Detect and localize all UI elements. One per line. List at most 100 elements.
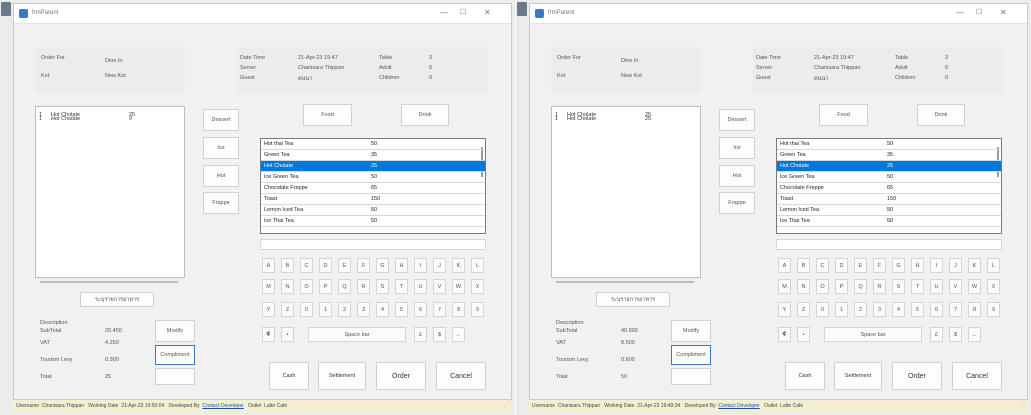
- compliment-button[interactable]: Compliment: [671, 345, 711, 365]
- order-button[interactable]: Order: [376, 362, 426, 390]
- key-9[interactable]: 9: [471, 302, 484, 317]
- menu-item[interactable]: Lemon Iced Tea 50: [261, 205, 485, 216]
- category-dessert[interactable]: Dessert: [719, 109, 755, 131]
- cash-button[interactable]: Cash: [785, 362, 825, 390]
- key-h[interactable]: H: [911, 258, 924, 273]
- order-items-list[interactable]: 1 Hot Cholate 25 1 Hot Cholate 0: [35, 106, 185, 278]
- key-h[interactable]: H: [395, 258, 408, 273]
- key-6[interactable]: 6: [930, 302, 943, 317]
- order-row[interactable]: 1 Hot Cholate 25: [552, 115, 700, 123]
- key-backspace[interactable]: ←: [968, 327, 981, 342]
- key-0[interactable]: 0: [816, 302, 829, 317]
- menu-item[interactable]: Hot Cholate 25: [777, 161, 1001, 172]
- key-k[interactable]: K: [452, 258, 465, 273]
- key-2[interactable]: 2: [854, 302, 867, 317]
- category-dessert[interactable]: Dessert: [203, 109, 239, 131]
- cancel-button[interactable]: Cancel: [952, 362, 1002, 390]
- search-input[interactable]: [260, 239, 486, 250]
- menu-item[interactable]: Lemon Iced Tea 50: [777, 205, 1001, 216]
- menu-item[interactable]: Green Tea 35: [261, 150, 485, 161]
- modify-button[interactable]: Modify: [155, 320, 195, 342]
- key-p[interactable]: P: [835, 279, 848, 294]
- key-bullet[interactable]: •: [281, 327, 294, 342]
- menu-items-list[interactable]: Hot thai Tea 50 Green Tea 35 Hot Cholate 25 Ic…: [776, 138, 1002, 234]
- blank-button[interactable]: [155, 368, 195, 385]
- contact-developer-link[interactable]: Contact Developer: [718, 403, 759, 409]
- menu-item[interactable]: Ice Thai Tea 50: [777, 216, 1001, 227]
- key-b[interactable]: B: [281, 258, 294, 273]
- tab-food[interactable]: Food: [819, 104, 868, 126]
- cancel-button[interactable]: Cancel: [436, 362, 486, 390]
- key-j[interactable]: J: [949, 258, 962, 273]
- menu-item[interactable]: Toast 150: [777, 194, 1001, 205]
- order-row[interactable]: 1 Hot Cholate 0: [36, 115, 184, 123]
- key-0[interactable]: 0: [300, 302, 313, 317]
- key-4[interactable]: 4: [376, 302, 389, 317]
- settlement-button[interactable]: Settlement: [834, 362, 882, 390]
- key-r[interactable]: R: [357, 279, 370, 294]
- resize-grip-icon[interactable]: ⋰: [1020, 399, 1026, 412]
- menu-item[interactable]: Chocolate Freppe 65: [777, 183, 1001, 194]
- key-y[interactable]: Y: [262, 302, 275, 317]
- key-m[interactable]: M: [262, 279, 275, 294]
- key-dollar[interactable]: $: [433, 327, 446, 342]
- key-pound[interactable]: £: [414, 327, 427, 342]
- key-l[interactable]: L: [987, 258, 1000, 273]
- menu-item[interactable]: Hot thai Tea 50: [777, 139, 1001, 150]
- key-cent[interactable]: ¢: [778, 327, 791, 342]
- category-hot[interactable]: Hot: [203, 165, 239, 187]
- menu-item[interactable]: Ice Green Tea 50: [261, 172, 485, 183]
- key-n[interactable]: N: [797, 279, 810, 294]
- tab-drink[interactable]: Drink: [401, 104, 449, 126]
- key-1[interactable]: 1: [319, 302, 332, 317]
- settlement-button[interactable]: Settlement: [318, 362, 366, 390]
- close-button[interactable]: ✕: [1000, 9, 1007, 17]
- key-6[interactable]: 6: [414, 302, 427, 317]
- key-p[interactable]: P: [319, 279, 332, 294]
- key-5[interactable]: 5: [395, 302, 408, 317]
- key-t[interactable]: T: [911, 279, 924, 294]
- key-t[interactable]: T: [395, 279, 408, 294]
- category-ice[interactable]: Ice: [719, 137, 755, 159]
- key-s[interactable]: S: [892, 279, 905, 294]
- key-n[interactable]: N: [281, 279, 294, 294]
- key-i[interactable]: I: [930, 258, 943, 273]
- key-space-bar[interactable]: Space bar: [824, 327, 922, 342]
- tab-food[interactable]: Food: [303, 104, 352, 126]
- menu-item[interactable]: Toast 150: [261, 194, 485, 205]
- compliment-button[interactable]: Compliment: [155, 345, 195, 365]
- key-5[interactable]: 5: [911, 302, 924, 317]
- resize-grip-icon[interactable]: ⋰: [504, 399, 510, 412]
- key-cent[interactable]: ¢: [262, 327, 275, 342]
- key-u[interactable]: U: [930, 279, 943, 294]
- key-v[interactable]: V: [433, 279, 446, 294]
- key-space-bar[interactable]: Space bar: [308, 327, 406, 342]
- key-9[interactable]: 9: [987, 302, 1000, 317]
- key-x[interactable]: X: [471, 279, 484, 294]
- key-e[interactable]: E: [338, 258, 351, 273]
- menu-item[interactable]: Green Tea 35: [777, 150, 1001, 161]
- maximize-button[interactable]: ☐: [976, 9, 982, 17]
- key-w[interactable]: W: [452, 279, 465, 294]
- menu-item[interactable]: Chocolate Freppe 65: [261, 183, 485, 194]
- key-2[interactable]: 2: [338, 302, 351, 317]
- key-b[interactable]: B: [797, 258, 810, 273]
- maximize-button[interactable]: ☐: [460, 9, 466, 17]
- key-d[interactable]: D: [319, 258, 332, 273]
- key-k[interactable]: K: [968, 258, 981, 273]
- key-a[interactable]: A: [262, 258, 275, 273]
- key-g[interactable]: G: [376, 258, 389, 273]
- order-list-scrollbar[interactable]: [556, 281, 694, 283]
- key-g[interactable]: G: [892, 258, 905, 273]
- search-input[interactable]: [776, 239, 1002, 250]
- key-o[interactable]: O: [816, 279, 829, 294]
- menu-item[interactable]: Hot Cholate 25: [261, 161, 485, 172]
- category-hot[interactable]: Hot: [719, 165, 755, 187]
- key-i[interactable]: I: [414, 258, 427, 273]
- key-pound[interactable]: £: [930, 327, 943, 342]
- key-x[interactable]: X: [987, 279, 1000, 294]
- key-q[interactable]: Q: [854, 279, 867, 294]
- key-r[interactable]: R: [873, 279, 886, 294]
- menu-item[interactable]: Hot thai Tea 50: [261, 139, 485, 150]
- key-8[interactable]: 8: [968, 302, 981, 317]
